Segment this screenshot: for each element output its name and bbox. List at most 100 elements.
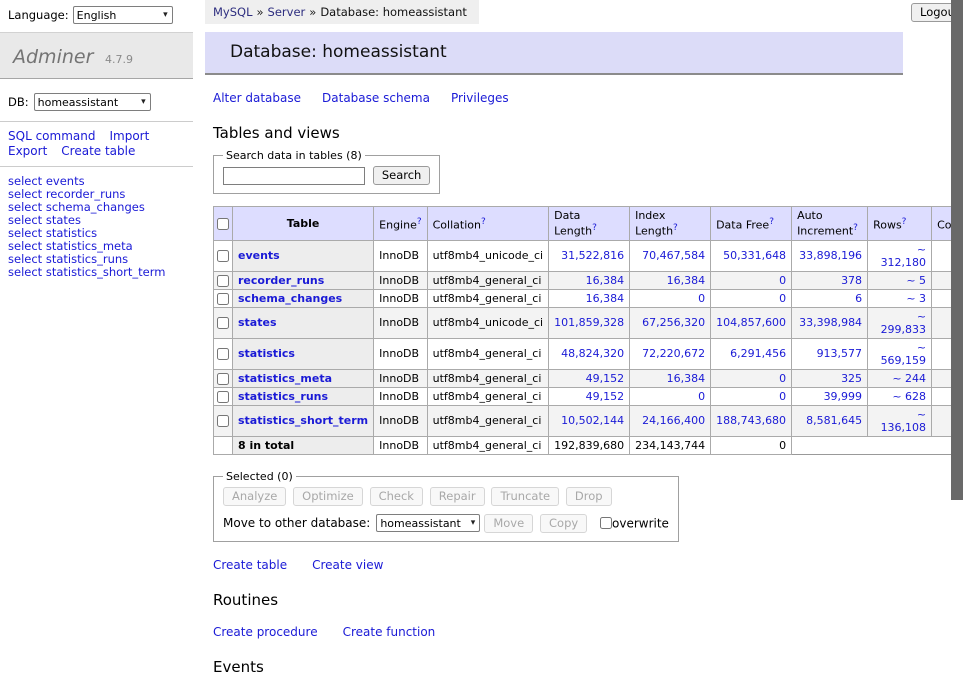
create-links: Create table Create view: [205, 558, 903, 572]
row-checkbox[interactable]: [217, 275, 229, 287]
create-view-link[interactable]: Create view: [312, 558, 383, 572]
tables-and-views-heading: Tables and views: [205, 124, 903, 142]
sidebar-item-select-statistics[interactable]: select statistics: [8, 227, 185, 240]
search-input[interactable]: [223, 167, 365, 185]
overwrite-option: overwrite: [600, 516, 669, 530]
table-link[interactable]: statistics: [238, 347, 295, 360]
help-link[interactable]: ?: [481, 217, 486, 227]
help-link[interactable]: ?: [592, 223, 597, 233]
row-checkbox[interactable]: [217, 391, 229, 403]
db-select[interactable]: homeassistant: [34, 93, 151, 111]
table-name-cell: statistics_runs: [233, 387, 374, 405]
index-length-cell: 72,220,672: [630, 338, 711, 369]
engine-cell: InnoDB: [374, 369, 427, 387]
column-header-auto-increment: Auto Increment?: [792, 207, 868, 241]
help-link[interactable]: ?: [417, 217, 422, 227]
row-checkbox[interactable]: [217, 317, 229, 329]
column-header-engine: Engine?: [374, 207, 427, 241]
column-header-label: Data Free: [716, 218, 769, 231]
sidebar-link-create-table[interactable]: Create table: [61, 144, 135, 158]
alter-database-link[interactable]: Alter database: [213, 91, 301, 105]
table-link[interactable]: recorder_runs: [238, 274, 324, 287]
index-length-cell: 24,166,400: [630, 405, 711, 436]
checkbox-cell: [214, 240, 233, 271]
checkbox-cell: [214, 405, 233, 436]
engine-cell: InnoDB: [374, 240, 427, 271]
rows-cell: ~ 628: [868, 387, 932, 405]
breadcrumb: MySQL»Server»Database: homeassistant: [205, 0, 479, 24]
sidebar-link-import[interactable]: Import: [109, 129, 149, 143]
help-link[interactable]: ?: [769, 217, 774, 227]
table-link[interactable]: events: [238, 249, 280, 262]
sidebar-item-select-statistics-meta[interactable]: select statistics_meta: [8, 240, 185, 253]
index-length-cell: 0: [630, 289, 711, 307]
checkbox-cell: [214, 271, 233, 289]
row-checkbox[interactable]: [217, 250, 229, 262]
auto-increment-cell: 33,398,984: [792, 307, 868, 338]
db-select-wrap: homeassistant: [34, 93, 151, 111]
check-button[interactable]: Check: [370, 487, 423, 506]
table-row: states InnoDB utf8mb4_unicode_ci 101,859…: [214, 307, 966, 338]
move-label: Move to other database:: [223, 516, 370, 530]
table-link[interactable]: schema_changes: [238, 292, 342, 305]
row-checkbox[interactable]: [217, 373, 229, 385]
auto-increment-cell: 913,577: [792, 338, 868, 369]
column-header-data-length: Data Length?: [549, 207, 630, 241]
database-schema-link[interactable]: Database schema: [322, 91, 430, 105]
row-checkbox[interactable]: [217, 415, 229, 427]
column-header-table: Table: [233, 207, 374, 241]
move-row: Move to other database: homeassistantMove…: [223, 514, 669, 533]
sidebar-item-select-statistics-runs[interactable]: select statistics_runs: [8, 253, 185, 266]
help-link[interactable]: ?: [853, 223, 858, 233]
analyze-button[interactable]: Analyze: [223, 487, 286, 506]
privileges-link[interactable]: Privileges: [451, 91, 509, 105]
scrollbar-thumb[interactable]: [951, 0, 963, 500]
row-checkbox[interactable]: [217, 348, 229, 360]
breadcrumb-mysql-link[interactable]: MySQL: [213, 5, 253, 19]
breadcrumb-separator: »: [309, 5, 316, 19]
language-select-wrap: English: [73, 6, 173, 24]
move-database-select[interactable]: homeassistant: [376, 514, 480, 532]
create-function-link[interactable]: Create function: [343, 625, 436, 639]
select-all-checkbox[interactable]: [217, 218, 229, 230]
table-name-cell: recorder_runs: [233, 271, 374, 289]
breadcrumb-separator: »: [257, 5, 264, 19]
sidebar-item-select-states[interactable]: select states: [8, 214, 185, 227]
events-heading: Events: [205, 658, 903, 676]
search-button[interactable]: Search: [373, 166, 431, 185]
language-select[interactable]: English: [73, 6, 173, 24]
help-link[interactable]: ?: [673, 223, 678, 233]
sidebar-link-sql-command[interactable]: SQL command: [8, 129, 95, 143]
optimize-button[interactable]: Optimize: [293, 487, 363, 506]
copy-button[interactable]: Copy: [540, 514, 587, 533]
repair-button[interactable]: Repair: [430, 487, 485, 506]
breadcrumb-server-link[interactable]: Server: [268, 5, 306, 19]
table-total-row: 8 in total InnoDB utf8mb4_general_ci 192…: [214, 436, 966, 454]
table-link[interactable]: statistics_short_term: [238, 414, 368, 427]
create-table-link[interactable]: Create table: [213, 558, 287, 572]
move-button[interactable]: Move: [484, 514, 533, 533]
truncate-button[interactable]: Truncate: [491, 487, 559, 506]
auto-increment-cell: 378: [792, 271, 868, 289]
help-link[interactable]: ?: [902, 217, 907, 227]
engine-cell: InnoDB: [374, 271, 427, 289]
overwrite-checkbox[interactable]: [600, 517, 612, 529]
table-link[interactable]: states: [238, 316, 277, 329]
table-link[interactable]: statistics_meta: [238, 372, 332, 385]
sidebar-link-export[interactable]: Export: [8, 144, 47, 158]
adminer-logo: Adminer 4.7.9: [0, 32, 193, 79]
checkbox-cell: [214, 289, 233, 307]
rows-cell: ~ 3: [868, 289, 932, 307]
column-header-label: Collation: [433, 218, 481, 231]
table-link[interactable]: statistics_runs: [238, 390, 328, 403]
row-checkbox[interactable]: [217, 293, 229, 305]
table-name-cell: events: [233, 240, 374, 271]
tables-overview: Table Engine? Collation? Data Length? In…: [213, 206, 966, 455]
sidebar-item-select-statistics-short-term[interactable]: select statistics_short_term: [8, 266, 185, 279]
scrollbar-track[interactable]: [951, 0, 966, 543]
create-procedure-link[interactable]: Create procedure: [213, 625, 318, 639]
selected-fieldset: Selected (0) Analyze Optimize Check Repa…: [213, 470, 679, 542]
column-header-index-length: Index Length?: [630, 207, 711, 241]
main-content: MySQL»Server»Database: homeassistant Dat…: [205, 0, 903, 676]
drop-button[interactable]: Drop: [566, 487, 612, 506]
